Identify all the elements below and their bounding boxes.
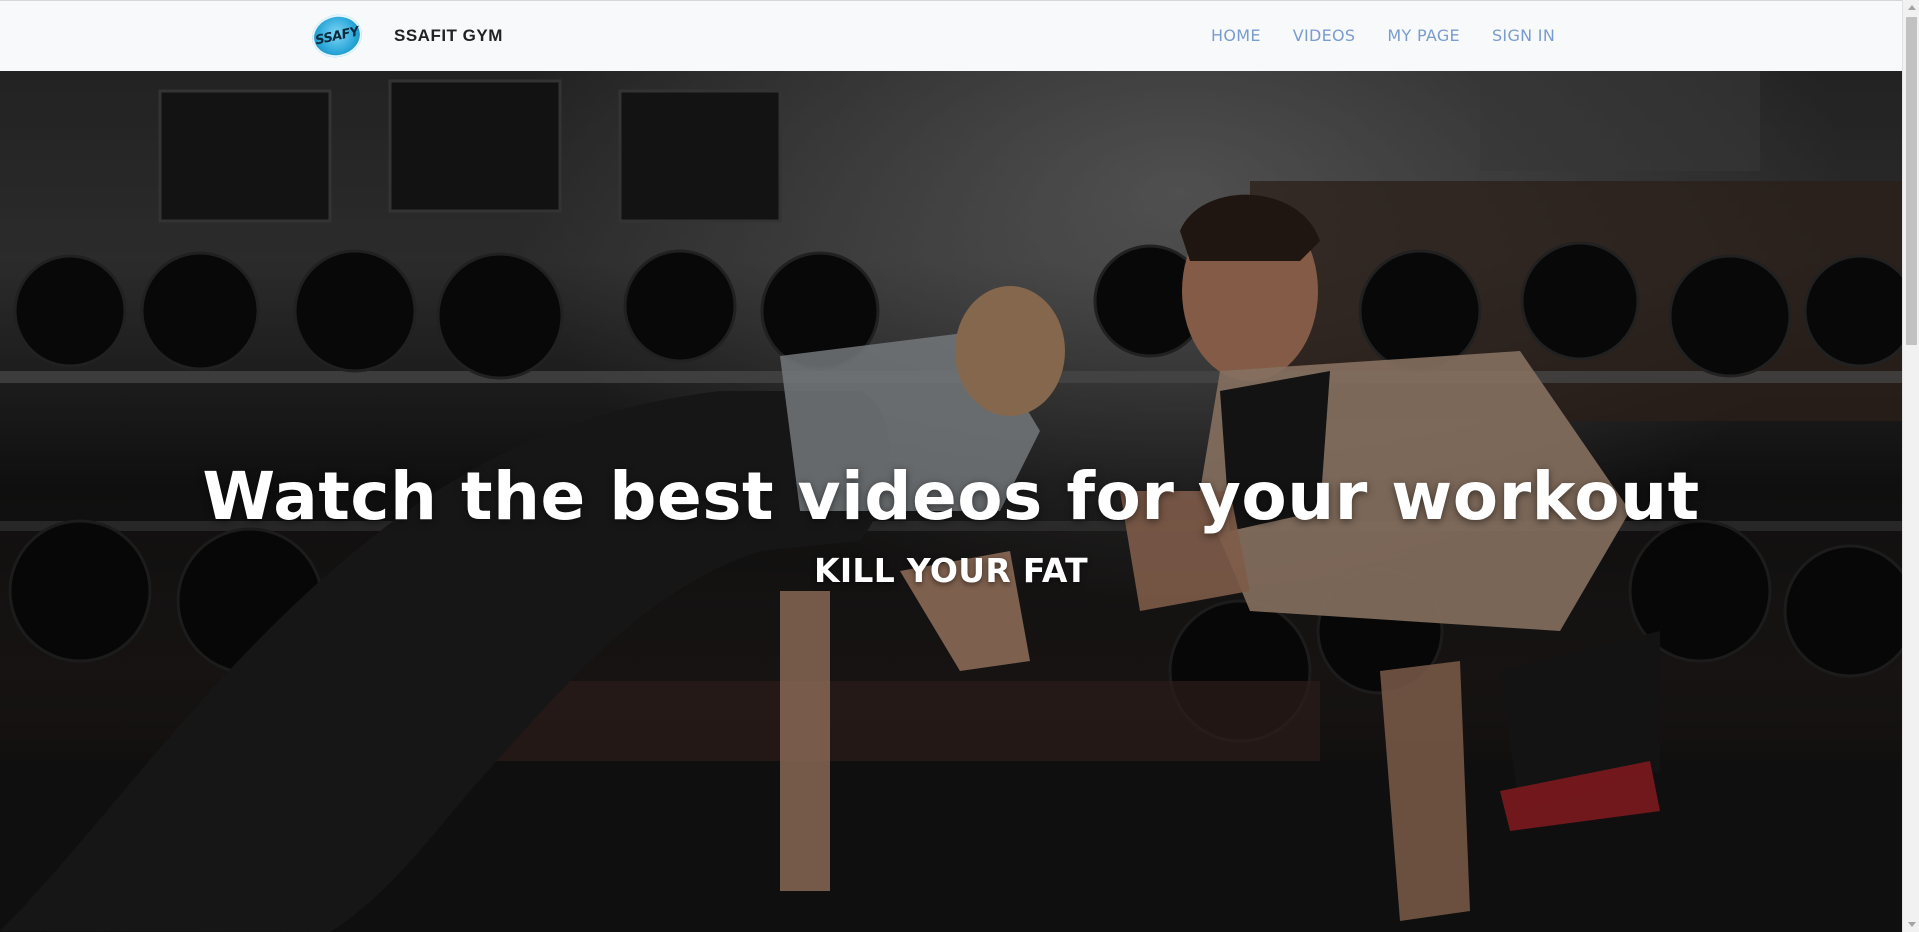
logo-text: SSAFY bbox=[313, 24, 361, 48]
nav-link-videos[interactable]: VIDEOS bbox=[1293, 26, 1356, 45]
nav-link-home[interactable]: HOME bbox=[1211, 26, 1261, 45]
top-navbar: SSAFY SSAFIT GYM HOME VIDEOS MY PAGE SIG… bbox=[0, 0, 1902, 71]
nav-link-my-page[interactable]: MY PAGE bbox=[1387, 26, 1460, 45]
hero-subtitle: KILL YOUR FAT bbox=[813, 551, 1088, 590]
hero-banner: Watch the best videos for your workout K… bbox=[0, 71, 1902, 932]
nav-link-sign-in[interactable]: SIGN IN bbox=[1492, 26, 1555, 45]
scroll-down-arrow-icon[interactable] bbox=[1908, 922, 1916, 927]
ssafy-logo-icon[interactable]: SSAFY bbox=[308, 10, 366, 62]
brand-name[interactable]: SSAFIT GYM bbox=[394, 26, 503, 46]
vertical-scrollbar[interactable] bbox=[1902, 0, 1919, 932]
scroll-thumb[interactable] bbox=[1906, 17, 1917, 345]
nav-links: HOME VIDEOS MY PAGE SIGN IN bbox=[1211, 1, 1555, 70]
scroll-up-arrow-icon[interactable] bbox=[1908, 5, 1916, 10]
hero-title: Watch the best videos for your workout bbox=[202, 458, 1700, 535]
brand[interactable]: SSAFY SSAFIT GYM bbox=[308, 10, 503, 62]
